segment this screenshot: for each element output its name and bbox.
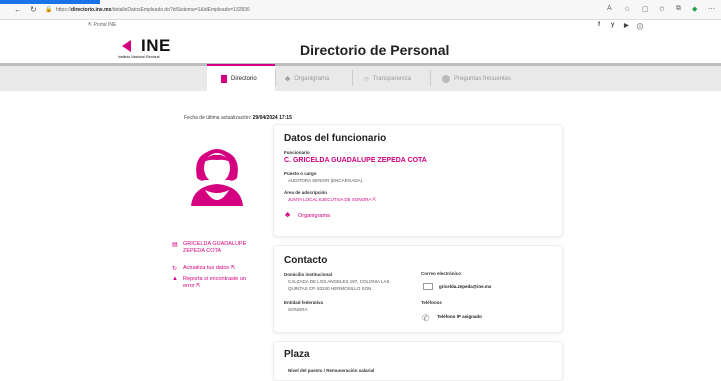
page-title: Directorio de Personal	[300, 42, 450, 58]
reload-icon[interactable]: ↻	[30, 5, 37, 14]
divider	[352, 70, 353, 86]
external-link-icon: ⇱	[196, 283, 201, 289]
tab-transparencia[interactable]: ○ Transparencia	[364, 66, 424, 91]
url-host: directorio.ine.mx	[71, 7, 112, 13]
address-bar[interactable]: https://directorio.ine.mx/detalleDatosEm…	[56, 4, 556, 16]
update-data-label: Actualiza tus datos	[183, 265, 230, 271]
plaza-title: Plaza	[284, 349, 310, 360]
phone-label: Teléfonos	[421, 300, 442, 305]
report-error-label: Reporta si encontraste un error	[183, 276, 246, 289]
portal-label: Portal INE	[93, 22, 117, 28]
report-error-link[interactable]: Reporta si encontraste un error ⇱	[183, 276, 258, 290]
main-nav	[0, 63, 721, 91]
update-value: 29/04/2024 17:15	[252, 115, 292, 121]
tab-directorio[interactable]: Directorio	[207, 64, 275, 91]
org-chart-icon: ♣	[285, 74, 291, 83]
warning-icon: ▲	[172, 276, 178, 282]
tab-label: Organigrama	[294, 75, 330, 82]
last-update: Fecha de última actualización: 29/04/202…	[184, 115, 292, 121]
split-icon[interactable]: ▢	[642, 5, 649, 13]
address-label: Domicilio institucional	[284, 272, 333, 277]
contacto-title: Contacto	[284, 255, 328, 266]
search-icon: ○	[364, 74, 369, 83]
state-label: Entidad federativa	[284, 300, 324, 305]
tab-label: Transparencia	[372, 75, 411, 82]
funcionario-label: Funcionario	[284, 150, 310, 155]
area-label: Área de adscripción	[284, 190, 328, 195]
organigrama-link[interactable]: Organigrama	[298, 213, 330, 219]
portal-link[interactable]: ⇱ Portal INE	[88, 22, 116, 28]
lock-icon: 🔒	[45, 7, 53, 13]
collections-icon[interactable]: ⧉	[676, 5, 681, 13]
twitter-icon[interactable]: y	[611, 22, 614, 28]
extension-icon[interactable]: ◆	[692, 5, 697, 13]
phone-icon: ✆	[422, 313, 430, 323]
tab-organigrama[interactable]: ♣ Organigrama	[285, 66, 347, 91]
tab-label: Directorio	[231, 75, 257, 82]
tab-label: Preguntas frecuentes	[454, 75, 512, 82]
url-prefix: https://	[56, 7, 72, 13]
org-chart-icon: ♣	[285, 210, 291, 219]
facebook-icon[interactable]: f	[598, 22, 600, 28]
update-data-link[interactable]: Actualiza tus datos ⇱	[183, 265, 263, 272]
refresh-icon: ↻	[172, 266, 178, 272]
youtube-icon[interactable]: ▶	[624, 22, 629, 29]
divider	[430, 70, 431, 86]
favorite-icon[interactable]: ☆	[624, 5, 630, 13]
back-icon[interactable]: ←	[14, 5, 22, 14]
id-card-icon: ▤	[172, 242, 178, 248]
state-value: SONORA	[288, 307, 308, 312]
external-link-icon: ⇱	[372, 197, 377, 202]
position-label: Puesto o cargo	[284, 171, 317, 176]
funcionario-title: Datos del funcionario	[284, 133, 387, 144]
rss-icon[interactable]: ⓘ	[637, 22, 643, 31]
area-link[interactable]: JUNTA LOCAL EJECUTIVA DE SONORA ⇱	[288, 197, 376, 203]
read-aloud-icon[interactable]: A	[607, 5, 612, 12]
logo-text[interactable]: INE	[141, 36, 171, 56]
area-value: JUNTA LOCAL EJECUTIVA DE SONORA	[288, 197, 372, 202]
address-line1: CALZADA DE LOS ANGELES 197, COLONIA LAS	[288, 279, 390, 284]
favorites-icon[interactable]: ✩	[659, 5, 665, 13]
tab-preguntas[interactable]: Preguntas frecuentes	[442, 66, 522, 91]
address-line2: QUINTAS CP. 83240 HERMOSILLO SON.	[288, 286, 373, 291]
email-label: Correo electrónico	[421, 271, 462, 276]
help-icon	[442, 74, 450, 83]
plaza-card	[273, 341, 563, 381]
update-label: Fecha de última actualización:	[184, 115, 252, 121]
avatar-icon	[191, 149, 243, 206]
email-value[interactable]: gricelda.zepeda@ine.mx	[439, 284, 491, 289]
logo-subtitle: Instituto Nacional Electoral	[118, 55, 160, 59]
phone-value: Teléfono IP asignado	[437, 314, 482, 319]
browser-toolbar: ← ↻ 🔒 https://directorio.ine.mx/detalleD…	[0, 0, 721, 20]
divider	[275, 70, 276, 86]
external-link-icon: ⇱	[230, 265, 236, 271]
book-icon	[221, 74, 227, 83]
mail-icon	[423, 283, 433, 290]
url-path: /detalleDatosEmpleado.do?idSistema=1&idE…	[111, 7, 250, 13]
ine-logo-icon	[122, 40, 131, 52]
more-icon[interactable]: ⋯	[708, 5, 715, 13]
position-value: AUDITORA SENIOR (ENCARGADA)	[288, 178, 363, 183]
employee-name-link[interactable]: GRICELDA GUADALUPE ZEPEDA COTA	[183, 241, 258, 255]
funcionario-name: C. GRICELDA GUADALUPE ZEPEDA COTA	[284, 157, 427, 164]
level-label: Nivel del puesto / Remuneración salarial	[288, 368, 375, 373]
